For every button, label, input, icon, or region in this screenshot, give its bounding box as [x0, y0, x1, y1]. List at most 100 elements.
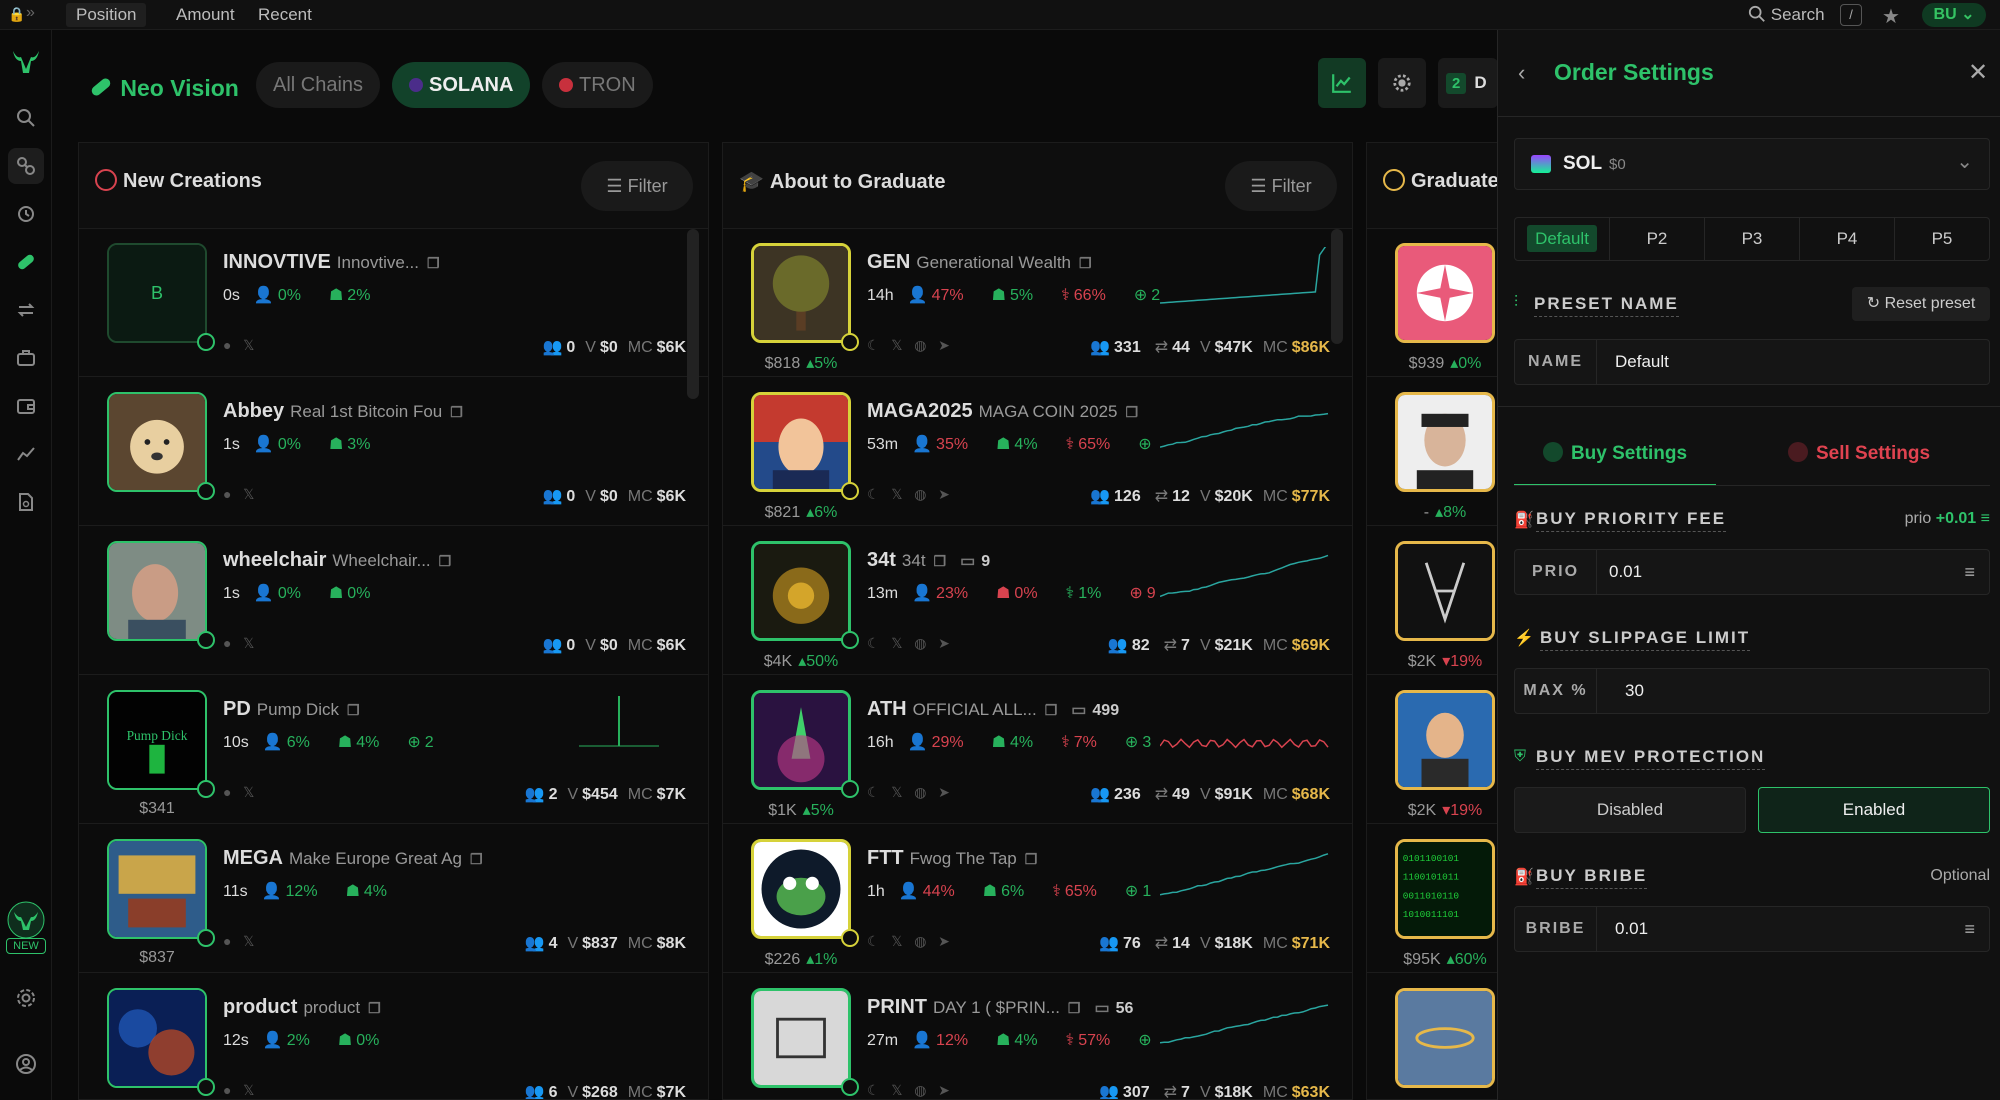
- token-avatar[interactable]: [107, 541, 207, 641]
- bribe-field[interactable]: BRIBE 0.01 ≡: [1514, 906, 1990, 952]
- token-name[interactable]: MEGA Make Europe Great Ag ❐: [223, 847, 483, 870]
- link-icon[interactable]: [8, 148, 44, 184]
- filter-button[interactable]: ☰ Filter: [581, 161, 693, 211]
- token-avatar[interactable]: Pump Dick: [107, 690, 207, 790]
- search-button[interactable]: Search: [1748, 2, 1825, 28]
- globe-icon[interactable]: ◍: [914, 933, 926, 949]
- wallet-count-button[interactable]: 2 D: [1438, 58, 1498, 108]
- history-icon[interactable]: [8, 196, 44, 232]
- logo-bull-icon[interactable]: [8, 44, 44, 80]
- document-search-icon[interactable]: [8, 484, 44, 520]
- token-avatar[interactable]: [1395, 988, 1495, 1088]
- token-name[interactable]: PRINT DAY 1 ( $PRIN... ❐ ▭ 56: [867, 996, 1133, 1019]
- pill-icon[interactable]: ●: [223, 1082, 231, 1098]
- copy-icon[interactable]: ❐: [1045, 702, 1058, 718]
- token-row[interactable]: wheelchair Wheelchair... ❐ 1s 👤 0% ☗ 0% ● 𝕏 👥 0 V $0…: [79, 527, 708, 675]
- copy-icon[interactable]: ❐: [470, 851, 483, 867]
- token-name[interactable]: product product ❐: [223, 996, 381, 1019]
- moon-icon[interactable]: ☾: [867, 337, 880, 353]
- back-icon[interactable]: ‹: [1518, 60, 1525, 86]
- globe-icon[interactable]: ◍: [914, 337, 926, 353]
- token-row[interactable]: 34t 34t ❐ ▭ 9 13m 👤 23% ☗ 0% ⚕ 1% ⊕ 9 ☾ 𝕏 ◍ ➤ 👥 82 ⇄ 7 V $21…: [723, 527, 1352, 675]
- token-avatar[interactable]: [751, 392, 851, 492]
- pill-icon[interactable]: ●: [223, 784, 231, 800]
- swap-icon[interactable]: [8, 292, 44, 328]
- token-name[interactable]: FTT Fwog The Tap ❐: [867, 847, 1037, 870]
- token-name[interactable]: wheelchair Wheelchair... ❐: [223, 549, 451, 572]
- mev-enabled-button[interactable]: Enabled: [1758, 787, 1990, 833]
- menu-icon[interactable]: ≡: [1964, 919, 1975, 940]
- token-row[interactable]: FTT Fwog The Tap ❐ 1h 👤 44% ☗ 6% ⚕ 65% ⊕ 1 ☾ 𝕏 ◍ ➤ 👥 7…: [723, 825, 1352, 973]
- token-name[interactable]: PD Pump Dick ❐: [223, 698, 360, 721]
- tab-amount[interactable]: Amount: [166, 3, 245, 27]
- token-name[interactable]: INNOVTIVE Innovtive... ❐: [223, 251, 440, 274]
- token-avatar[interactable]: B: [107, 243, 207, 343]
- token-row[interactable]: Abbey Real 1st Bitcoin Fou ❐ 1s 👤 0% ☗ 3% ● 𝕏 👥 0 V…: [79, 378, 708, 526]
- token-row[interactable]: [1367, 974, 1505, 1100]
- preset-tab-p2[interactable]: P2: [1610, 218, 1705, 260]
- token-name[interactable]: MAGA2025 MAGA COIN 2025 ❐: [867, 400, 1138, 423]
- moon-icon[interactable]: ☾: [867, 933, 880, 949]
- x-icon[interactable]: 𝕏: [891, 1082, 902, 1098]
- x-icon[interactable]: 𝕏: [891, 635, 902, 651]
- scrollbar[interactable]: [1331, 229, 1343, 344]
- preset-tab-p3[interactable]: P3: [1705, 218, 1800, 260]
- token-name[interactable]: GEN Generational Wealth ❐: [867, 251, 1092, 274]
- token-row[interactable]: Pump Dick PD Pump Dick ❐ 10s 👤 6% ☗ 4% ⊕ 2 ● 𝕏 👥 2 V $4…: [79, 676, 708, 824]
- moon-icon[interactable]: ☾: [867, 784, 880, 800]
- token-avatar[interactable]: [1395, 243, 1495, 343]
- copy-icon[interactable]: ❐: [1068, 1000, 1081, 1016]
- moon-icon[interactable]: ☾: [867, 486, 880, 502]
- token-avatar[interactable]: [751, 988, 851, 1088]
- copy-icon[interactable]: ❐: [1079, 255, 1092, 271]
- globe-icon[interactable]: ◍: [914, 486, 926, 502]
- filter-button[interactable]: ☰ Filter: [1225, 161, 1337, 211]
- telegram-icon[interactable]: ➤: [938, 933, 950, 949]
- token-avatar[interactable]: [107, 988, 207, 1088]
- copy-icon[interactable]: ❐: [439, 553, 452, 569]
- x-icon[interactable]: 𝕏: [891, 933, 902, 949]
- telegram-icon[interactable]: ➤: [938, 635, 950, 651]
- user-icon[interactable]: [8, 1046, 44, 1082]
- sell-settings-tab[interactable]: Sell Settings: [1728, 434, 1990, 486]
- close-icon[interactable]: ✕: [1968, 58, 1988, 87]
- chevrons-right-icon[interactable]: »: [26, 4, 35, 22]
- moon-icon[interactable]: ☾: [867, 1082, 880, 1098]
- tab-position[interactable]: Position: [66, 3, 146, 27]
- token-avatar[interactable]: [1395, 392, 1495, 492]
- chain-tron-chip[interactable]: TRON: [542, 62, 653, 108]
- x-icon[interactable]: 𝕏: [243, 1082, 254, 1098]
- settings-button[interactable]: [1378, 58, 1426, 108]
- copy-icon[interactable]: ❐: [1126, 404, 1139, 420]
- pill-icon[interactable]: ●: [223, 337, 231, 353]
- copy-icon[interactable]: ❐: [427, 255, 440, 271]
- pill-icon[interactable]: ●: [223, 933, 231, 949]
- token-row[interactable]: PRINT DAY 1 ( $PRIN... ❐ ▭ 56 27m 👤 12% ☗ 4% ⚕ 57% ⊕…: [723, 974, 1352, 1100]
- token-avatar[interactable]: [751, 839, 851, 939]
- token-row[interactable]: ATH OFFICIAL ALL... ❐ ▭ 499 16h 👤 29% ☗ 4% ⚕ 7% ⊕ 3 ☾ …: [723, 676, 1352, 824]
- token-row[interactable]: GEN Generational Wealth ❐ 14h 👤 47% ☗ 5% ⚕ 66% ⊕ 2 ☾…: [723, 229, 1352, 377]
- token-name[interactable]: 34t 34t ❐ ▭ 9: [867, 549, 990, 572]
- token-avatar[interactable]: [751, 243, 851, 343]
- moon-icon[interactable]: ☾: [867, 635, 880, 651]
- buy-settings-tab[interactable]: Buy Settings: [1514, 434, 1716, 486]
- token-avatar[interactable]: [751, 690, 851, 790]
- x-icon[interactable]: 𝕏: [891, 486, 902, 502]
- gear-icon[interactable]: [8, 980, 44, 1016]
- user-menu-button[interactable]: BU ⌄: [1922, 3, 1986, 27]
- preset-tab-default[interactable]: Default: [1515, 218, 1610, 260]
- token-row[interactable]: B INNOVTIVE Innovtive... ❐ 0s 👤 0% ☗ 2% ● 𝕏 👥 0 V $0 M…: [79, 229, 708, 377]
- wallet-icon[interactable]: [8, 388, 44, 424]
- token-avatar[interactable]: [1395, 541, 1495, 641]
- chain-solana-chip[interactable]: SOLANA: [392, 62, 530, 108]
- telegram-icon[interactable]: ➤: [938, 337, 950, 353]
- priority-fee-field[interactable]: PRIO 0.01 ≡: [1514, 549, 1990, 595]
- x-icon[interactable]: 𝕏: [243, 933, 254, 949]
- pill-icon[interactable]: ●: [223, 486, 231, 502]
- preset-tab-p5[interactable]: P5: [1895, 218, 1989, 260]
- token-row[interactable]: product product ❐ 12s 👤 2% ☗ 0% ● 𝕏 👥 6 V $268 MC $7K: [79, 974, 708, 1100]
- pill-icon[interactable]: [8, 244, 44, 280]
- x-icon[interactable]: 𝕏: [243, 784, 254, 800]
- x-icon[interactable]: 𝕏: [891, 337, 902, 353]
- token-avatar[interactable]: [107, 839, 207, 939]
